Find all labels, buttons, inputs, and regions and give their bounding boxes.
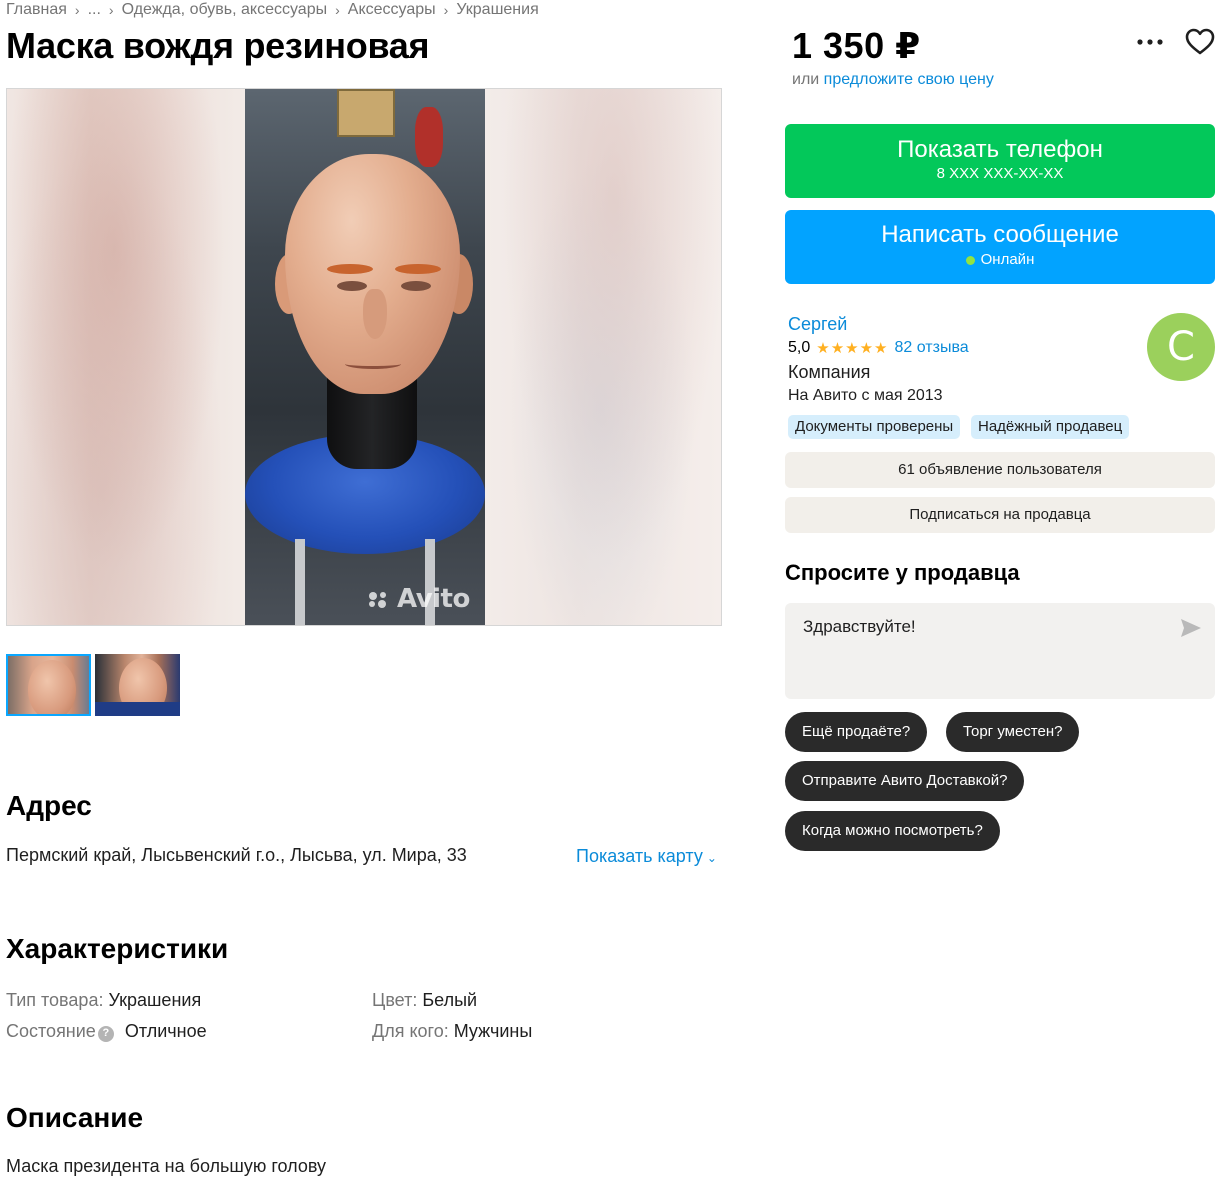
characteristic-key: Цвет: — [372, 990, 418, 1010]
mask-brow — [395, 264, 441, 274]
more-icon[interactable] — [1136, 28, 1164, 56]
show-phone-button[interactable]: Показать телефон 8 XXX XXX-XX-XX — [785, 124, 1215, 198]
characteristics-col-1: Тип товара: Украшения Состояние? Отлично… — [6, 985, 207, 1047]
mask-eye — [337, 281, 367, 291]
chevron-right-icon: › — [74, 2, 80, 18]
price: 1 350 ₽ — [792, 25, 921, 66]
seller-since: На Авито с мая 2013 — [788, 387, 943, 404]
seller-rating: 5,0 ★★★★★ 82 отзыва — [788, 339, 969, 357]
gallery-blur-left — [7, 89, 245, 625]
breadcrumb: Главная › ... › Одежда, обувь, аксессуар… — [6, 0, 539, 20]
breadcrumb-jewelry[interactable]: Украшения — [456, 1, 538, 19]
main-photo[interactable]: Avito — [245, 89, 485, 625]
characteristic-key: Состояние — [6, 1021, 96, 1041]
offer-prefix: или — [792, 71, 820, 88]
mask-nose — [363, 289, 387, 339]
characteristic-key: Тип товара: — [6, 990, 104, 1010]
subscribe-seller-button[interactable]: Подписаться на продавца — [785, 497, 1215, 533]
mask-eye — [401, 281, 431, 291]
characteristic-value: Отличное — [124, 1021, 207, 1041]
show-phone-label: Показать телефон — [897, 136, 1103, 163]
breadcrumb-clothing[interactable]: Одежда, обувь, аксессуары — [122, 1, 328, 19]
star-rating-icon: ★★★★★ — [816, 340, 889, 357]
offer-price-link[interactable]: предложите свою цену — [824, 71, 994, 88]
thumbnail-1[interactable] — [6, 654, 91, 716]
characteristics-col-2: Цвет: Белый Для кого: Мужчины — [372, 985, 532, 1047]
write-message-label: Написать сообщение — [881, 221, 1119, 248]
ask-seller-heading: Спросите у продавца — [785, 560, 1020, 585]
stool-leg — [295, 539, 305, 625]
badge-documents-verified: Документы проверены — [788, 415, 961, 439]
reviews-link[interactable]: 82 отзыва — [895, 339, 969, 357]
characteristic-value: Мужчины — [453, 1021, 533, 1041]
characteristic-value: Украшения — [108, 990, 202, 1010]
characteristic-value: Белый — [422, 990, 478, 1010]
rating-value: 5,0 — [788, 339, 811, 356]
breadcrumb-home[interactable]: Главная — [6, 1, 67, 19]
quick-reply-avito-delivery[interactable]: Отправите Авито Доставкой? — [785, 761, 1025, 801]
background-object — [415, 107, 443, 167]
chevron-down-icon: ⌄ — [706, 850, 717, 865]
show-map-link[interactable]: Показать карту ⌄ — [576, 846, 717, 867]
show-map-label: Показать карту — [576, 846, 703, 866]
background-picture — [337, 89, 395, 137]
thumbnail-face — [28, 660, 76, 714]
quick-reply-bargain[interactable]: Торг уместен? — [946, 712, 1080, 752]
characteristic-row: Для кого: Мужчины — [372, 1016, 532, 1047]
badge-reliable-seller: Надёжный продавец — [971, 415, 1130, 439]
description-heading: Описание — [6, 1102, 144, 1133]
chevron-right-icon: › — [108, 2, 114, 18]
quick-reply-still-selling[interactable]: Ещё продаёте? — [785, 712, 928, 752]
avito-logo-icon — [369, 592, 386, 608]
characteristic-key: Для кого: — [372, 1021, 449, 1041]
mask-brow — [327, 264, 373, 274]
message-input[interactable]: Здравствуйте! — [785, 603, 1215, 699]
characteristic-row: Тип товара: Украшения — [6, 985, 207, 1016]
page-title: Маска вождя резиновая — [6, 25, 430, 66]
breadcrumb-ellipsis[interactable]: ... — [88, 1, 101, 19]
avatar[interactable]: С — [1147, 313, 1215, 381]
address-text: Пермский край, Лысьвенский г.о., Лысьва,… — [6, 845, 467, 865]
photo-gallery[interactable]: Avito — [6, 88, 722, 626]
offer-line: или предложите свою цену — [792, 71, 994, 89]
online-status: Онлайн — [965, 249, 1035, 271]
gallery-blur-right — [483, 89, 721, 625]
thumbnail-2[interactable] — [95, 654, 180, 716]
online-dot-icon — [965, 255, 975, 265]
thumbnail-stool — [95, 702, 180, 716]
send-icon[interactable] — [1180, 618, 1202, 638]
characteristics-heading: Характеристики — [6, 933, 229, 964]
question-icon[interactable]: ? — [97, 1025, 114, 1042]
quick-reply-when-view[interactable]: Когда можно посмотреть? — [785, 811, 1000, 851]
avito-watermark: Avito — [397, 584, 470, 614]
chevron-right-icon: › — [335, 2, 340, 18]
online-status-label: Онлайн — [980, 251, 1035, 268]
seller-name[interactable]: Сергей — [788, 314, 847, 335]
user-listings-button[interactable]: 61 объявление пользователя — [785, 452, 1215, 488]
chevron-right-icon: › — [443, 2, 449, 18]
address-heading: Адрес — [6, 790, 92, 821]
heart-icon[interactable] — [1184, 26, 1216, 58]
write-message-button[interactable]: Написать сообщение Онлайн — [785, 210, 1215, 284]
seller-type: Компания — [788, 362, 871, 382]
mask-mouth — [345, 359, 401, 369]
characteristic-row: Состояние? Отличное — [6, 1016, 207, 1047]
phone-number-mask: 8 XXX XXX-XX-XX — [936, 165, 1064, 182]
breadcrumb-accessories[interactable]: Аксессуары — [348, 1, 436, 19]
mask-head — [285, 154, 460, 394]
characteristic-row: Цвет: Белый — [372, 985, 532, 1016]
description-text: Маска президента на большую голову — [6, 1156, 327, 1176]
